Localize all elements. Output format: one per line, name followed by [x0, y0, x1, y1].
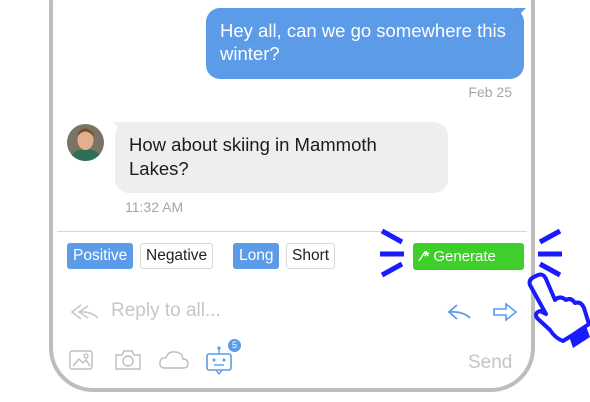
outgoing-message-date: Feb 25: [468, 84, 512, 100]
outgoing-message-bubble: Hey all, can we go somewhere this winter…: [206, 8, 524, 79]
reply-input[interactable]: Reply to all...: [111, 300, 221, 322]
ai-assistant-badge: 5: [228, 339, 241, 352]
camera-icon[interactable]: [113, 348, 143, 372]
pointing-hand-icon: [527, 272, 590, 348]
tone-negative-chip[interactable]: Negative: [140, 243, 214, 269]
image-icon[interactable]: [68, 348, 94, 372]
cloud-icon[interactable]: [157, 348, 191, 372]
avatar[interactable]: [67, 124, 104, 161]
outgoing-message-text: Hey all, can we go somewhere this winter…: [220, 20, 506, 64]
incoming-message-bubble: How about skiing in Mammoth Lakes?: [115, 122, 448, 193]
generate-label: Generate: [433, 248, 496, 265]
generate-button[interactable]: ⁄* Generate: [413, 243, 524, 270]
highlight-left-marks: [380, 228, 404, 278]
reply-icon[interactable]: [447, 302, 473, 322]
incoming-message-time: 11:32 AM: [125, 199, 184, 215]
incoming-message-text: How about skiing in Mammoth Lakes?: [129, 134, 377, 179]
magic-wand-icon: ⁄*: [421, 248, 430, 265]
composer-divider: [57, 231, 527, 232]
reply-all-icon[interactable]: [69, 302, 101, 322]
send-button[interactable]: Send: [468, 352, 512, 374]
tone-positive-chip[interactable]: Positive: [67, 243, 134, 269]
length-long-chip[interactable]: Long: [233, 243, 280, 269]
length-short-chip[interactable]: Short: [286, 243, 336, 269]
